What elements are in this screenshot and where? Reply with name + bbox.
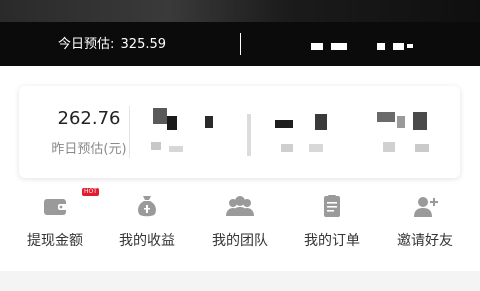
redacted-block [393,43,404,50]
my-orders-button[interactable]: 我的订单 [287,188,377,256]
redacted-stat [415,144,429,152]
my-earnings-button[interactable]: 我的收益 [102,188,192,256]
today-estimate-label: 今日预估: [58,37,115,52]
invite-friends-button[interactable]: 邀请好友 [380,188,470,256]
redacted-block [311,43,323,50]
money-bag-icon [135,194,159,218]
team-icon [225,194,255,218]
card-divider [129,106,130,158]
redacted-stat [247,114,251,156]
redacted-stat [275,120,293,128]
redacted-stat [377,112,395,122]
action-label: 我的订单 [304,233,360,249]
hot-badge: HOT [82,188,99,196]
redacted-stat [413,112,427,130]
redacted-stat [153,108,167,124]
redacted-stat [315,114,327,130]
action-label: 我的团队 [212,233,268,249]
withdraw-button[interactable]: HOT 提现金额 [10,188,100,256]
redacted-stat [397,116,405,128]
redacted-stat [167,116,177,130]
header-background [0,0,480,22]
today-estimate: 今日预估: 325.59 [58,36,166,54]
action-label: 提现金额 [27,233,83,249]
header-bar: 今日预估: 325.59 [0,0,480,66]
my-team-button[interactable]: 我的团队 [195,188,285,256]
header-divider [240,33,241,55]
redacted-stat [151,142,161,150]
today-estimate-value: 325.59 [120,37,167,52]
wallet-icon [43,194,67,218]
yesterday-estimate-value: 262.76 [57,108,121,129]
redacted-stat [169,146,183,152]
action-row: HOT 提现金额 我的收益 我的团队 我的订单 邀请好友 [0,188,480,258]
invite-friend-icon [413,194,438,218]
action-label: 我的收益 [119,233,175,249]
stats-card: 262.76 昨日预估(元) [19,86,460,178]
redacted-stat [309,144,323,152]
redacted-block [407,44,413,48]
redacted-block [331,43,347,50]
redacted-block [377,43,385,50]
redacted-stat [281,144,293,152]
redacted-stat [205,116,213,128]
bottom-divider [0,271,480,291]
order-icon [320,194,344,218]
redacted-stat [383,142,395,152]
action-label: 邀请好友 [397,233,453,249]
